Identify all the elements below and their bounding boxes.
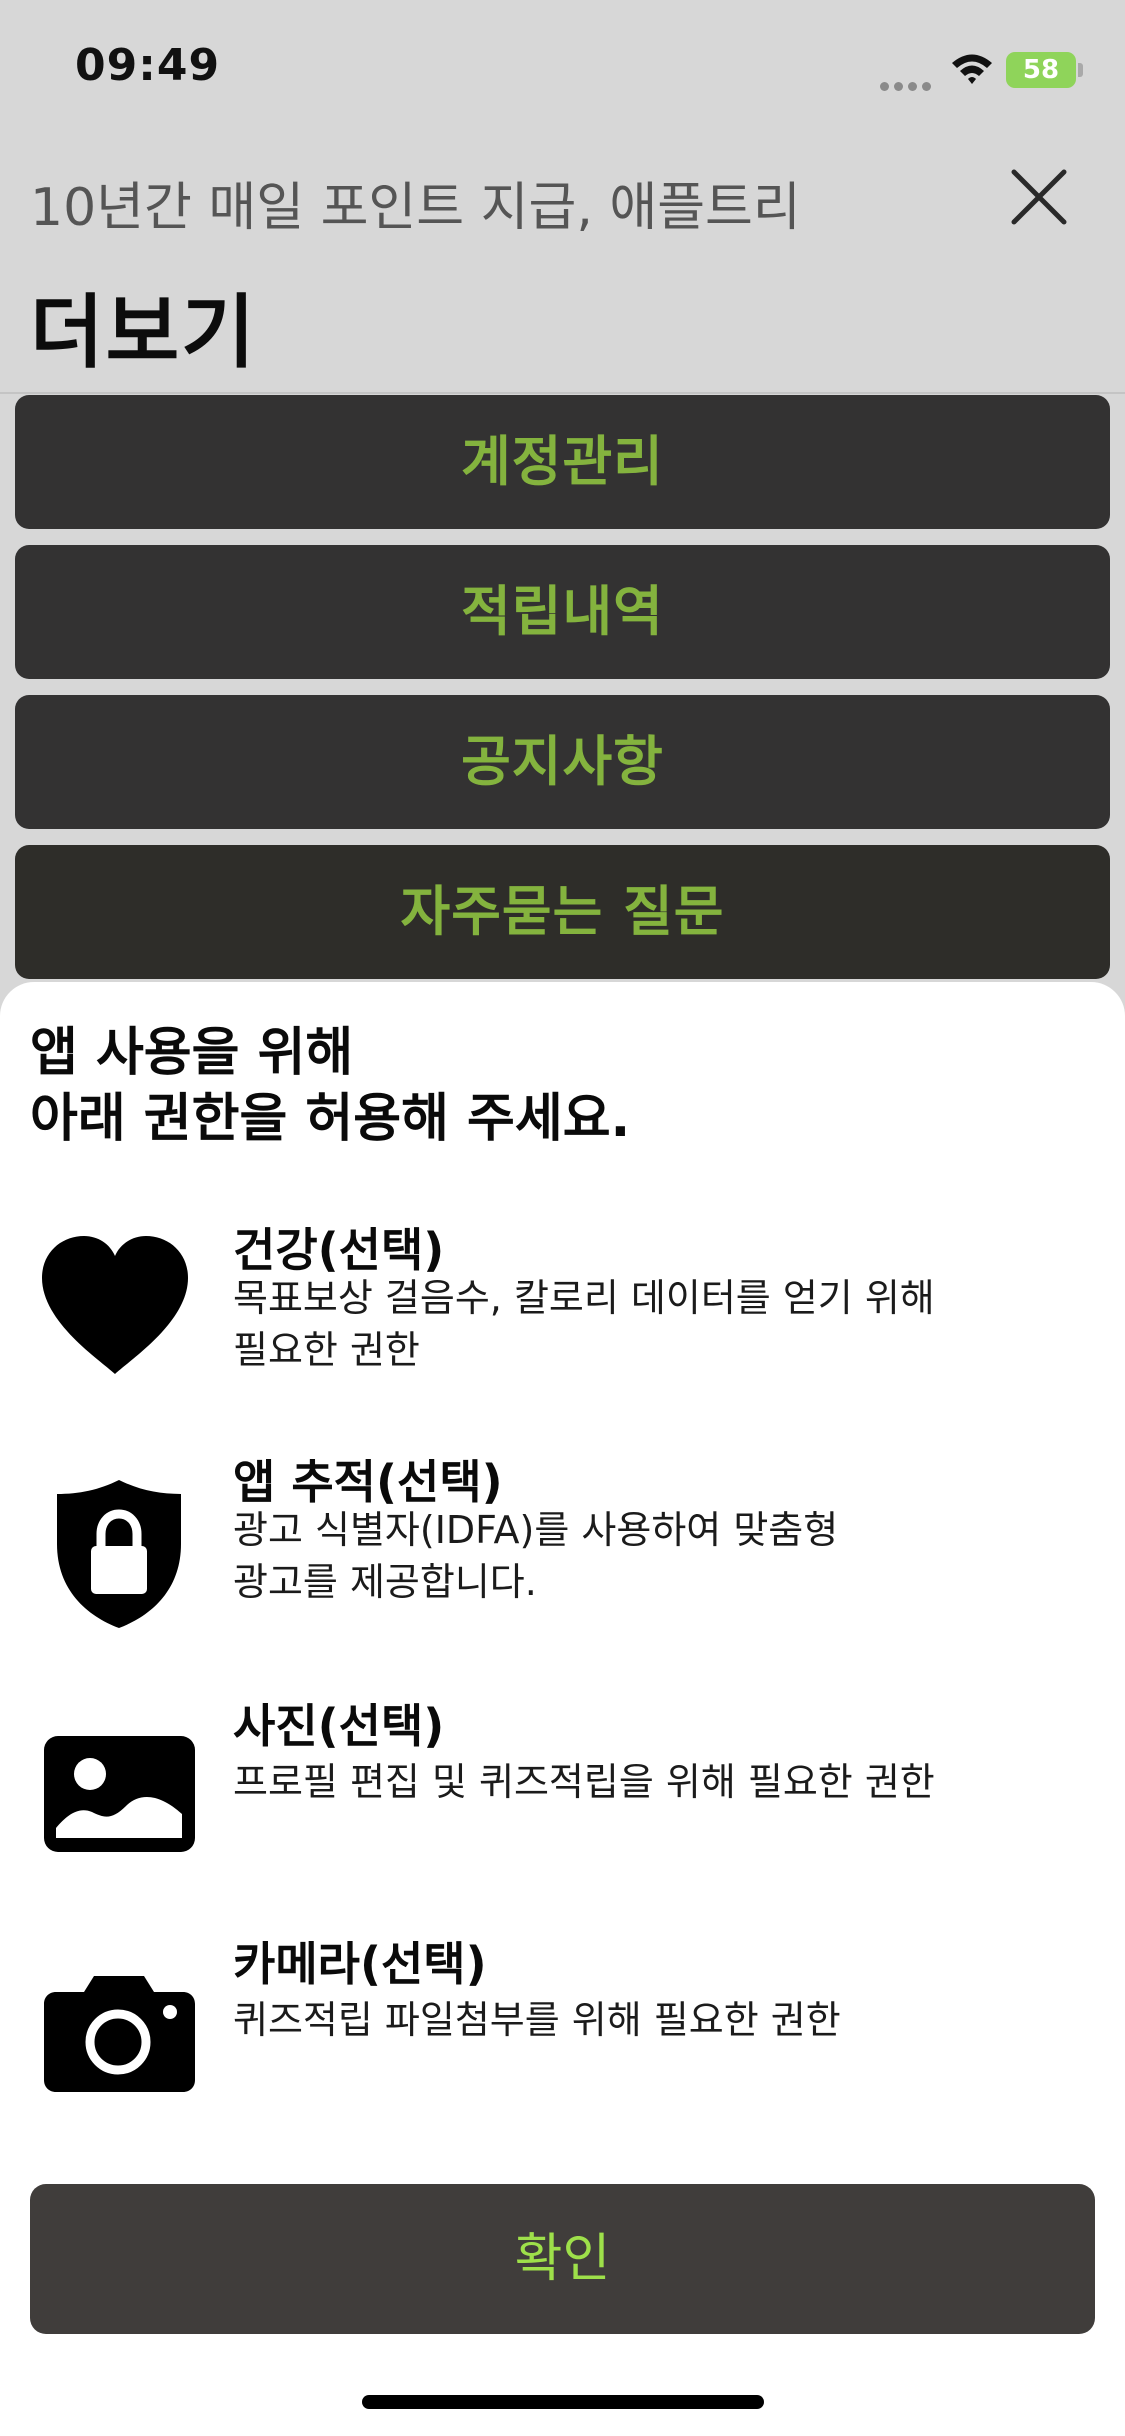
battery-icon: 58 xyxy=(1006,52,1084,88)
permission-title: 카메라(선택) xyxy=(233,1937,487,1991)
menu-item-history[interactable]: 적립내역 xyxy=(15,545,1110,679)
photo-icon xyxy=(44,1736,195,1852)
status-bar: 09:49 58 xyxy=(0,0,1125,140)
permission-description-line: 필요한 권한 xyxy=(233,1328,420,1372)
sheet-heading-line1: 앱 사용을 위해 xyxy=(30,1023,354,1083)
confirm-button[interactable]: 확인 xyxy=(30,2184,1095,2334)
permission-description: 광고 식별자(IDFA)를 사용하여 맞춤형 광고를 제공합니다. xyxy=(233,1504,1093,1608)
menu-item-notice[interactable]: 공지사항 xyxy=(15,695,1110,829)
menu-item-account[interactable]: 계정관리 xyxy=(15,395,1110,529)
heart-icon xyxy=(42,1236,188,1374)
permission-title: 앱 추적(선택) xyxy=(233,1455,503,1509)
camera-icon xyxy=(44,1976,195,2092)
cellular-signal-icon xyxy=(880,76,936,91)
permission-description: 목표보상 걸음수, 칼로리 데이터를 얻기 위해 필요한 권한 xyxy=(233,1272,1093,1376)
permission-description-line: 프로필 편집 및 퀴즈적립을 위해 필요한 권한 xyxy=(233,1760,935,1804)
permission-description: 퀴즈적립 파일첨부를 위해 필요한 권한 xyxy=(233,1994,1093,2046)
permission-description: 프로필 편집 및 퀴즈적립을 위해 필요한 권한 xyxy=(233,1756,1093,1808)
divider xyxy=(0,392,1125,394)
status-time: 09:49 xyxy=(75,40,221,91)
permission-description-line: 목표보상 걸음수, 칼로리 데이터를 얻기 위해 xyxy=(233,1276,935,1320)
permission-description-line: 광고 식별자(IDFA)를 사용하여 맞춤형 xyxy=(233,1508,839,1552)
home-indicator xyxy=(362,2395,764,2409)
wifi-icon xyxy=(952,54,992,84)
sheet-heading-line2: 아래 권한을 허용해 주세요. xyxy=(30,1089,631,1149)
permission-title: 사진(선택) xyxy=(233,1699,445,1753)
permission-description-line: 광고를 제공합니다. xyxy=(233,1560,537,1604)
menu-list: 계정관리 적립내역 공지사항 자주묻는 질문 xyxy=(15,395,1110,995)
nav-subtitle: 10년간 매일 포인트 지급, 애플트리 xyxy=(30,178,801,238)
page-title: 더보기 xyxy=(30,286,257,379)
sheet-heading: 앱 사용을 위해 아래 권한을 허용해 주세요. xyxy=(30,1020,630,1152)
battery-level: 58 xyxy=(1006,52,1076,88)
shield-lock-icon xyxy=(57,1480,181,1628)
permission-description-line: 퀴즈적립 파일첨부를 위해 필요한 권한 xyxy=(233,1998,841,2042)
permission-sheet: 앱 사용을 위해 아래 권한을 허용해 주세요. 건강(선택) 목표보상 걸음수… xyxy=(0,982,1125,2436)
close-icon[interactable] xyxy=(1008,166,1070,228)
menu-item-faq[interactable]: 자주묻는 질문 xyxy=(15,845,1110,979)
permission-title: 건강(선택) xyxy=(233,1223,445,1277)
